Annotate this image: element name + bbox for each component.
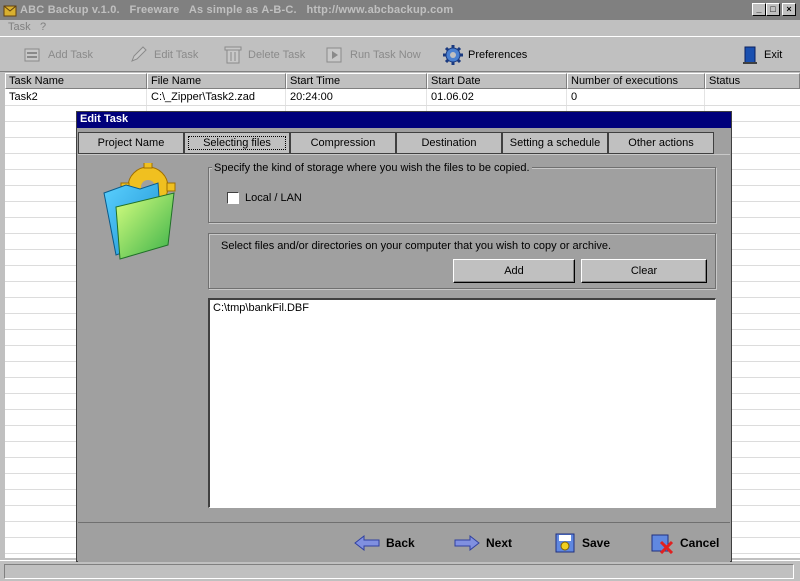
save-disk-icon (555, 533, 575, 553)
cell-status (705, 90, 800, 105)
local-lan-checkbox[interactable] (227, 192, 239, 204)
exit-label: Exit (764, 49, 783, 61)
tab-other-actions[interactable]: Other actions (608, 132, 714, 154)
edit-task-label: Edit Task (154, 49, 199, 61)
next-label: Next (486, 536, 513, 550)
column-header-executions[interactable]: Number of executions (567, 73, 705, 89)
minimize-button[interactable]: _ (752, 3, 766, 16)
tab-project-name[interactable]: Project Name (78, 132, 184, 154)
add-task-button[interactable]: Add Task (22, 43, 93, 67)
clear-button[interactable]: Clear (581, 259, 707, 283)
save-button[interactable]: Save (554, 531, 610, 555)
tab-compression[interactable]: Compression (290, 132, 396, 154)
column-header-task-name[interactable]: Task Name (5, 73, 147, 89)
main-window: ABC Backup v.1.0. Freeware As simple as … (0, 0, 800, 581)
cancel-button[interactable]: Cancel (650, 531, 719, 555)
select-files-group: Select files and/or directories on your … (208, 233, 716, 289)
close-button[interactable]: × (782, 3, 796, 16)
run-task-now-button[interactable]: Run Task Now (324, 43, 421, 67)
arrow-left-icon (354, 535, 380, 551)
delete-task-label: Delete Task (248, 49, 306, 61)
run-task-now-label: Run Task Now (350, 49, 421, 61)
save-label: Save (582, 536, 611, 550)
dialog-footer: Back Next Save Cancel (78, 522, 730, 562)
local-lan-label[interactable]: Local / LAN (245, 192, 302, 204)
cell-task-name: Task2 (9, 91, 38, 103)
maximize-button[interactable]: □ (766, 3, 780, 16)
cell-executions: 0 (571, 91, 578, 103)
exit-button[interactable]: Exit (740, 43, 782, 67)
dialog-title: Edit Task (77, 112, 731, 128)
cell-start-date: 01.06.02 (431, 91, 474, 103)
cell-start-time: 20:24:00 (290, 91, 333, 103)
cancel-icon (651, 534, 674, 554)
window-title: ABC Backup v.1.0. Freeware As simple as … (20, 4, 454, 16)
add-button[interactable]: Add (453, 259, 575, 283)
edit-task-dialog: Edit Task Project Name Selecting files C… (76, 111, 732, 562)
file-list[interactable]: C:\tmp\bankFil.DBF (208, 298, 716, 508)
gear-icon (443, 45, 463, 65)
delete-task-button[interactable]: Delete Task (222, 43, 305, 67)
storage-group-label: Specify the kind of storage where you wi… (212, 162, 532, 174)
tab-selecting-files-label: Selecting files (188, 136, 286, 150)
column-header-file-name[interactable]: File Name (147, 73, 286, 89)
back-label: Back (386, 536, 415, 550)
cell-file-name: C:\_Zipper\Task2.zad (151, 91, 255, 103)
back-button[interactable]: Back (354, 531, 415, 555)
toolbar: Add Task Edit Task Delete Task Run Task … (0, 36, 800, 72)
select-files-label: Select files and/or directories on your … (221, 240, 612, 252)
title-bar: ABC Backup v.1.0. Freeware As simple as … (0, 0, 800, 20)
folder-gear-icon (103, 163, 176, 260)
run-icon (326, 47, 342, 63)
trash-icon (224, 46, 242, 64)
next-button[interactable]: Next (454, 531, 512, 555)
tab-destination[interactable]: Destination (396, 132, 502, 154)
storage-group: Specify the kind of storage where you wi… (208, 162, 716, 223)
edit-task-button[interactable]: Edit Task (128, 43, 198, 67)
add-task-label: Add Task (48, 49, 94, 61)
tab-setting-schedule[interactable]: Setting a schedule (502, 132, 608, 154)
add-task-icon (24, 48, 40, 62)
list-item[interactable]: C:\tmp\bankFil.DBF (213, 302, 309, 314)
column-header-status[interactable]: Status (705, 73, 800, 89)
menu-bar: Task ? (0, 20, 800, 36)
status-pane (4, 564, 794, 579)
tab-panel: Specify the kind of storage where you wi… (78, 154, 730, 519)
status-bar (0, 560, 800, 581)
preferences-label: Preferences (468, 49, 528, 61)
exit-door-icon (743, 46, 757, 64)
menu-help[interactable]: ? (40, 21, 46, 33)
preferences-button[interactable]: Preferences (442, 43, 527, 67)
tab-selecting-files[interactable]: Selecting files (184, 132, 290, 154)
cancel-label: Cancel (680, 536, 720, 550)
menu-task[interactable]: Task (8, 21, 31, 33)
app-icon (3, 5, 17, 17)
column-header-start-time[interactable]: Start Time (286, 73, 427, 89)
pencil-icon (131, 46, 147, 62)
arrow-right-icon (454, 535, 480, 551)
column-header-start-date[interactable]: Start Date (427, 73, 567, 89)
